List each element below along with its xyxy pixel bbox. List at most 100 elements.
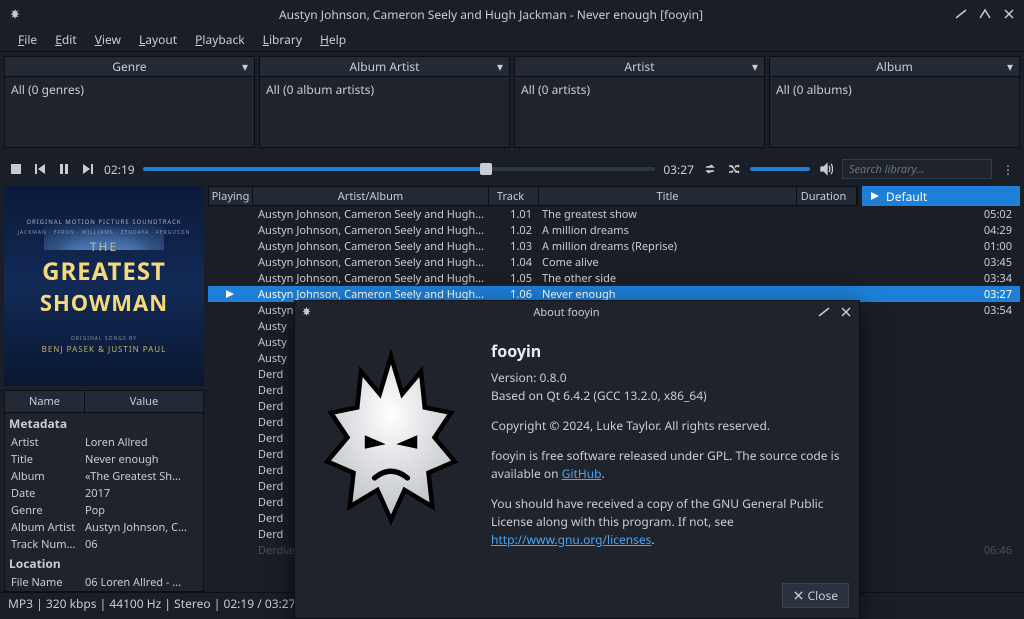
playback-bar: 02:19 03:27 Search library... ⋮ bbox=[0, 152, 1024, 186]
track-row[interactable]: Austyn Johnson, Cameron Seely and Hugh..… bbox=[208, 254, 1020, 270]
meta-row[interactable]: Album«The Greatest Sh... bbox=[5, 468, 203, 485]
track-artist: Austyn Johnson, Cameron Seely and Hugh..… bbox=[252, 255, 488, 270]
close-label: Close bbox=[808, 587, 838, 604]
track-row[interactable]: Austyn Johnson, Cameron Seely and Hugh..… bbox=[208, 238, 1020, 254]
track-row[interactable]: Austyn Johnson, Cameron Seely and Hugh..… bbox=[208, 222, 1020, 238]
meta-section-location: Location bbox=[5, 553, 203, 574]
track-row[interactable]: Austyn Johnson, Cameron Seely and Hugh..… bbox=[208, 270, 1020, 286]
titlebar: Austyn Johnson, Cameron Seely and Hugh J… bbox=[0, 0, 1024, 28]
about-copyright: Copyright © 2024, Luke Taylor. All right… bbox=[491, 417, 843, 435]
meta-key: Genre bbox=[11, 503, 85, 518]
filter-value[interactable]: All (0 album artists) bbox=[260, 77, 509, 147]
meta-value: «The Greatest Sh... bbox=[85, 469, 197, 484]
repeat-button[interactable] bbox=[702, 161, 718, 177]
about-based: Based on Qt 6.4.2 (GCC 13.2.0, x86_64) bbox=[491, 387, 843, 405]
next-button[interactable] bbox=[80, 161, 96, 177]
meta-key: Date bbox=[11, 486, 85, 501]
app-icon bbox=[301, 304, 312, 321]
track-title: Come alive bbox=[538, 255, 960, 270]
meta-value: Austyn Johnson, C... bbox=[85, 520, 197, 535]
menu-library[interactable]: Library bbox=[255, 28, 310, 51]
meta-key: Track Num... bbox=[11, 537, 85, 552]
menu-layout[interactable]: Layout bbox=[131, 28, 185, 51]
track-duration: 03:27 bbox=[960, 287, 1020, 302]
filter-genre[interactable]: Genre▾All (0 genres) bbox=[4, 56, 255, 148]
filter-album-artist[interactable]: Album Artist▾All (0 album artists) bbox=[259, 56, 510, 148]
menu-help[interactable]: Help bbox=[312, 28, 354, 51]
volume-slider[interactable] bbox=[750, 167, 810, 171]
filter-value[interactable]: All (0 albums) bbox=[770, 77, 1019, 147]
volume-icon[interactable] bbox=[818, 161, 834, 177]
maximize-button[interactable] bbox=[978, 7, 992, 21]
meta-row[interactable]: TitleNever enough bbox=[5, 451, 203, 468]
chevron-down-icon: ▾ bbox=[242, 58, 248, 75]
meta-row[interactable]: ArtistLoren Allred bbox=[5, 434, 203, 451]
meta-key: File Name bbox=[11, 575, 85, 590]
about-title: About fooyin bbox=[316, 305, 817, 320]
menu-playback[interactable]: Playback bbox=[187, 28, 253, 51]
about-name: fooyin bbox=[491, 339, 843, 363]
seek-bar[interactable] bbox=[143, 167, 656, 171]
art-credits: BENJ PASEK & JUSTIN PAUL bbox=[42, 344, 167, 355]
track-number: 1.05 bbox=[488, 271, 538, 286]
art-line2: SHOWMAN bbox=[40, 288, 168, 318]
meta-key: Album Artist bbox=[11, 520, 85, 535]
filter-label: Album Artist bbox=[349, 58, 419, 75]
filter-value[interactable]: All (0 genres) bbox=[5, 77, 254, 147]
more-button[interactable]: ⋮ bbox=[1000, 161, 1016, 178]
status-text: MP3 | 320 kbps | 44100 Hz | Stereo | 02:… bbox=[8, 595, 296, 612]
meta-row[interactable]: File Name06 Loren Allred - ... bbox=[5, 574, 203, 591]
col-artist[interactable]: Artist/Album bbox=[253, 187, 489, 205]
meta-row[interactable]: Track Num...06 bbox=[5, 536, 203, 553]
about-close-x[interactable] bbox=[839, 305, 853, 319]
col-track[interactable]: Track bbox=[489, 187, 539, 205]
meta-row[interactable]: GenrePop bbox=[5, 502, 203, 519]
meta-value: Loren Allred bbox=[85, 435, 197, 450]
meta-row[interactable]: Date2017 bbox=[5, 485, 203, 502]
minimize-button[interactable] bbox=[954, 7, 968, 21]
track-number: 1.02 bbox=[488, 223, 538, 238]
art-the: THE bbox=[90, 238, 118, 255]
about-gnu: You should have received a copy of the G… bbox=[491, 495, 843, 549]
playlist-tab-label: Default bbox=[886, 188, 927, 205]
gnu-link[interactable]: http://www.gnu.org/licenses bbox=[491, 531, 651, 548]
close-button[interactable] bbox=[1002, 7, 1016, 21]
meta-value: 2017 bbox=[85, 486, 197, 501]
album-art: ORIGINAL MOTION PICTURE SOUNDTRACK JACKM… bbox=[4, 186, 204, 386]
time-total: 03:27 bbox=[663, 161, 694, 178]
filter-artist[interactable]: Artist▾All (0 artists) bbox=[514, 56, 765, 148]
fooyin-logo bbox=[311, 339, 471, 539]
track-number: 1.03 bbox=[488, 239, 538, 254]
track-duration: 01:00 bbox=[960, 239, 1020, 254]
filter-value[interactable]: All (0 artists) bbox=[515, 77, 764, 147]
previous-button[interactable] bbox=[32, 161, 48, 177]
menu-view[interactable]: View bbox=[87, 28, 129, 51]
track-row[interactable]: Austyn Johnson, Cameron Seely and Hugh..… bbox=[208, 206, 1020, 222]
meta-row[interactable]: Album ArtistAustyn Johnson, C... bbox=[5, 519, 203, 536]
window-title: Austyn Johnson, Cameron Seely and Hugh J… bbox=[28, 6, 954, 23]
playlist-tab[interactable]: Default bbox=[862, 186, 1020, 206]
meta-header-name[interactable]: Name bbox=[5, 391, 85, 412]
art-line1: GREATEST bbox=[42, 255, 166, 288]
menu-edit[interactable]: Edit bbox=[47, 28, 85, 51]
meta-section-metadata: Metadata bbox=[5, 413, 203, 434]
meta-header-value[interactable]: Value bbox=[85, 391, 203, 412]
col-playing[interactable]: Playing bbox=[209, 187, 253, 205]
about-minimize-button[interactable] bbox=[817, 305, 831, 319]
search-input[interactable]: Search library... bbox=[842, 159, 992, 179]
close-icon bbox=[793, 590, 804, 601]
track-duration: 03:34 bbox=[960, 271, 1020, 286]
art-cast: JACKMAN · EFRON · WILLIAMS · ZENDAYA · F… bbox=[18, 230, 191, 236]
shuffle-button[interactable] bbox=[726, 161, 742, 177]
menu-file[interactable]: File bbox=[10, 28, 45, 51]
col-duration[interactable]: Duration bbox=[797, 187, 857, 205]
app-icon bbox=[8, 7, 22, 21]
pause-button[interactable] bbox=[56, 161, 72, 177]
col-title[interactable]: Title bbox=[539, 187, 797, 205]
filter-album[interactable]: Album▾All (0 albums) bbox=[769, 56, 1020, 148]
stop-button[interactable] bbox=[8, 161, 24, 177]
github-link[interactable]: GitHub bbox=[562, 465, 602, 482]
meta-key: Artist bbox=[11, 435, 85, 450]
about-close-button[interactable]: Close bbox=[782, 583, 849, 608]
about-dialog: About fooyin fooyin Version bbox=[294, 300, 860, 619]
